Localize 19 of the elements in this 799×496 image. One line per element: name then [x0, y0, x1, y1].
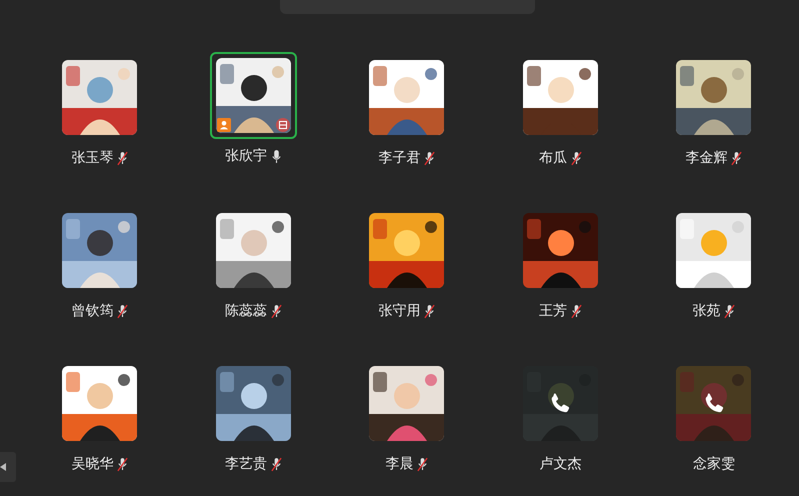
screen-icon	[276, 118, 290, 132]
participant-name: 王芳	[538, 302, 567, 320]
participant-name: 张守用	[378, 302, 420, 320]
participant-name: 张苑	[692, 302, 720, 320]
participant-name: 吴晓华	[71, 455, 114, 473]
participant-name: 李晨	[385, 455, 414, 473]
participant-name: 念家雯	[692, 455, 735, 473]
participant-name: 卢文杰	[539, 455, 582, 473]
participant-name: 陈蕊蕊	[224, 302, 267, 320]
video-tile[interactable]	[210, 52, 297, 139]
collapse-tab[interactable]	[0, 452, 16, 482]
participant-name: 布瓜	[538, 149, 567, 167]
participant-name: 李艺贵	[224, 455, 267, 473]
participant-name: 李金辉	[685, 149, 728, 167]
participant-name: 李子君	[378, 149, 420, 167]
participant-name: 曾钦筠	[71, 302, 114, 320]
participant-name: 张玉琴	[71, 149, 114, 167]
left-arrow-icon	[0, 463, 6, 471]
participant-name: 张欣宇	[224, 147, 267, 165]
